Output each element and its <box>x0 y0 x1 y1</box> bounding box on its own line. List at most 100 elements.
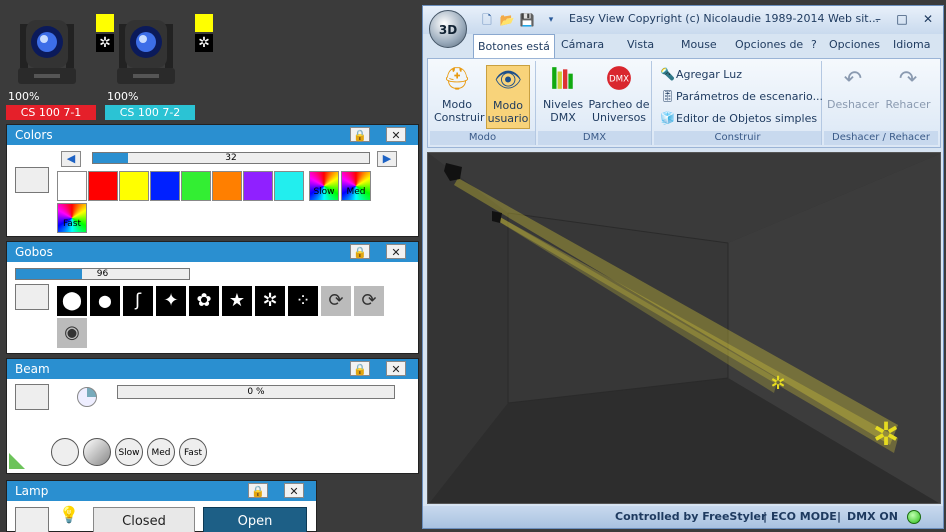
arrow-left-icon[interactable]: ◀ <box>61 151 81 167</box>
colors-panel-header[interactable]: Colors 🔒 ✕ <box>7 125 418 145</box>
ribbon: ⛑ Modo Construir 👁 Modo usuario Modo Niv… <box>427 58 941 148</box>
color-speed-slow[interactable]: Slow <box>309 171 339 201</box>
title-bar[interactable]: 🗋 📂 💾 ▾ Easy View Copyright (c) Nicolaud… <box>423 6 943 34</box>
gobo-rotate-fast-icon[interactable]: ⟳ <box>354 286 384 316</box>
qat-dropdown-icon[interactable]: ▾ <box>543 12 559 28</box>
gobo-slider[interactable]: 96 <box>15 268 190 280</box>
niveles-dmx-button[interactable]: Niveles DMX <box>540 65 586 129</box>
slider-value: 96 <box>96 269 109 279</box>
close-icon[interactable]: ✕ <box>386 127 406 142</box>
fixture-2[interactable]: ✲ 100% CS 100 7-2 <box>105 10 213 120</box>
beam-speed-fast[interactable]: Fast <box>179 438 207 466</box>
color-speed-fast[interactable]: Fast <box>57 203 87 233</box>
beam-speed-med[interactable]: Med <box>147 438 175 466</box>
lock-icon[interactable]: 🔒 <box>350 361 370 376</box>
status-bar: Controlled by FreeStyler | ECO MODE | DM… <box>423 506 943 528</box>
tab-help[interactable]: ? <box>811 38 817 51</box>
parametros-escenario-button[interactable]: 🎚Parámetros de escenario... <box>660 89 823 103</box>
save-icon[interactable]: 💾 <box>519 12 535 28</box>
color-indicator <box>195 14 213 32</box>
new-file-icon[interactable]: 🗋 <box>479 12 495 28</box>
3d-scene: ✲ ✲ <box>428 153 940 503</box>
gobo-open-circle-icon[interactable]: ⬤ <box>57 286 87 316</box>
gobos-panel-header[interactable]: Gobos 🔒 ✕ <box>7 242 418 262</box>
tab-camara[interactable]: Cámara <box>561 38 604 51</box>
panel-title: Beam <box>15 362 50 376</box>
parcheo-universos-button[interactable]: DMX Parcheo de Universos <box>588 65 650 129</box>
slider-value: 0 % <box>247 387 265 397</box>
color-swatch[interactable] <box>88 171 118 201</box>
lamp-panel-header[interactable]: Lamp 🔒 ✕ <box>7 481 316 501</box>
color-swatch[interactable] <box>119 171 149 201</box>
gobo-s-shape-icon[interactable]: ʃ <box>123 286 153 316</box>
gobo-projection-large: ✲ <box>873 415 900 453</box>
open-folder-icon[interactable]: 📂 <box>499 12 515 28</box>
app-orb-button[interactable]: 3D <box>429 10 467 48</box>
tab-opciones[interactable]: Opciones <box>829 38 880 51</box>
redo-icon: ↷ <box>898 67 918 92</box>
beam-select-button[interactable] <box>15 384 49 410</box>
gobo-dot-icon[interactable]: ⬤ <box>90 286 120 316</box>
gobo-dots-ring-icon[interactable]: ⁘ <box>288 286 318 316</box>
color-swatch[interactable] <box>57 171 87 201</box>
color-swatch[interactable] <box>150 171 180 201</box>
3d-viewport[interactable]: ✲ ✲ <box>427 152 941 504</box>
add-light-icon: 🔦 <box>660 67 675 81</box>
close-icon[interactable]: ✕ <box>386 361 406 376</box>
color-select-button[interactable] <box>15 167 49 193</box>
modo-usuario-button[interactable]: 👁 Modo usuario <box>486 65 530 129</box>
gobo-star-sparkle-icon[interactable]: ✦ <box>156 286 186 316</box>
lock-icon[interactable]: 🔒 <box>248 483 268 498</box>
lamp-panel: Lamp 🔒 ✕ 💡 Closed Open <box>6 480 317 532</box>
group-undo: ↶ Deshacer ↷ Rehacer Deshacer / Rehacer <box>824 61 938 145</box>
modo-construir-button[interactable]: ⛑ Modo Construir <box>434 65 485 129</box>
lamp-bulb-icon: 💡 <box>59 505 79 524</box>
maximize-icon[interactable]: □ <box>891 10 913 28</box>
gobo-rotate-icon[interactable]: ⟳ <box>321 286 351 316</box>
stage-params-icon: 🎚 <box>660 89 676 103</box>
group-dmx: Niveles DMX DMX Parcheo de Universos DMX <box>538 61 652 145</box>
agregar-luz-button[interactable]: 🔦Agregar Luz <box>660 67 742 81</box>
color-swatch[interactable] <box>274 171 304 201</box>
close-window-icon[interactable]: ✕ <box>917 10 939 28</box>
gobo-star-icon[interactable]: ★ <box>222 286 252 316</box>
beam-open-button[interactable] <box>51 438 79 466</box>
gobo-shake-icon[interactable]: ◉ <box>57 318 87 348</box>
fixture-label: CS 100 7-2 <box>105 105 195 120</box>
tab-idioma[interactable]: Idioma <box>893 38 930 51</box>
beam-speed-slow[interactable]: Slow <box>115 438 143 466</box>
beam-gradient-button[interactable] <box>83 438 111 466</box>
gobo-select-button[interactable] <box>15 284 49 310</box>
resize-corner-icon[interactable] <box>9 453 25 469</box>
beam-slider[interactable]: 0 % <box>117 385 395 399</box>
color-swatch[interactable] <box>212 171 242 201</box>
lock-icon[interactable]: 🔒 <box>350 127 370 142</box>
arrow-right-icon[interactable]: ▶ <box>377 151 397 167</box>
beam-panel-header[interactable]: Beam 🔒 ✕ <box>7 359 418 379</box>
close-icon[interactable]: ✕ <box>386 244 406 259</box>
minimize-icon[interactable]: – <box>867 10 889 28</box>
beam-panel: Beam 🔒 ✕ 0 % Slow Med Fast <box>6 358 419 474</box>
color-swatch[interactable] <box>181 171 211 201</box>
lamp-select-button[interactable] <box>15 507 49 532</box>
color-slider[interactable]: 32 <box>92 152 370 164</box>
dmx-patch-icon: DMX <box>603 65 635 95</box>
rehacer-button[interactable]: ↷ Rehacer <box>882 65 934 129</box>
color-swatch[interactable] <box>243 171 273 201</box>
lock-icon[interactable]: 🔒 <box>350 244 370 259</box>
tab-opciones-de[interactable]: Opciones de <box>735 38 803 51</box>
fixture-1[interactable]: ✲ 100% CS 100 7-1 <box>6 10 114 120</box>
close-icon[interactable]: ✕ <box>284 483 304 498</box>
color-speed-med[interactable]: Med <box>341 171 371 201</box>
group-modo: ⛑ Modo Construir 👁 Modo usuario Modo <box>430 61 536 145</box>
gobo-flower-icon[interactable]: ✿ <box>189 286 219 316</box>
tab-vista[interactable]: Vista <box>627 38 654 51</box>
lamp-closed-button[interactable]: Closed <box>93 507 195 532</box>
editor-objetos-button[interactable]: 🧊Editor de Objetos simples <box>660 111 817 125</box>
tab-botones[interactable]: Botones está <box>473 34 555 58</box>
tab-mouse[interactable]: Mouse <box>681 38 717 51</box>
gobo-spiral-icon[interactable]: ✲ <box>255 286 285 316</box>
lamp-open-button[interactable]: Open <box>203 507 307 532</box>
moving-head-icon <box>117 20 175 84</box>
deshacer-button[interactable]: ↶ Deshacer <box>826 65 880 129</box>
